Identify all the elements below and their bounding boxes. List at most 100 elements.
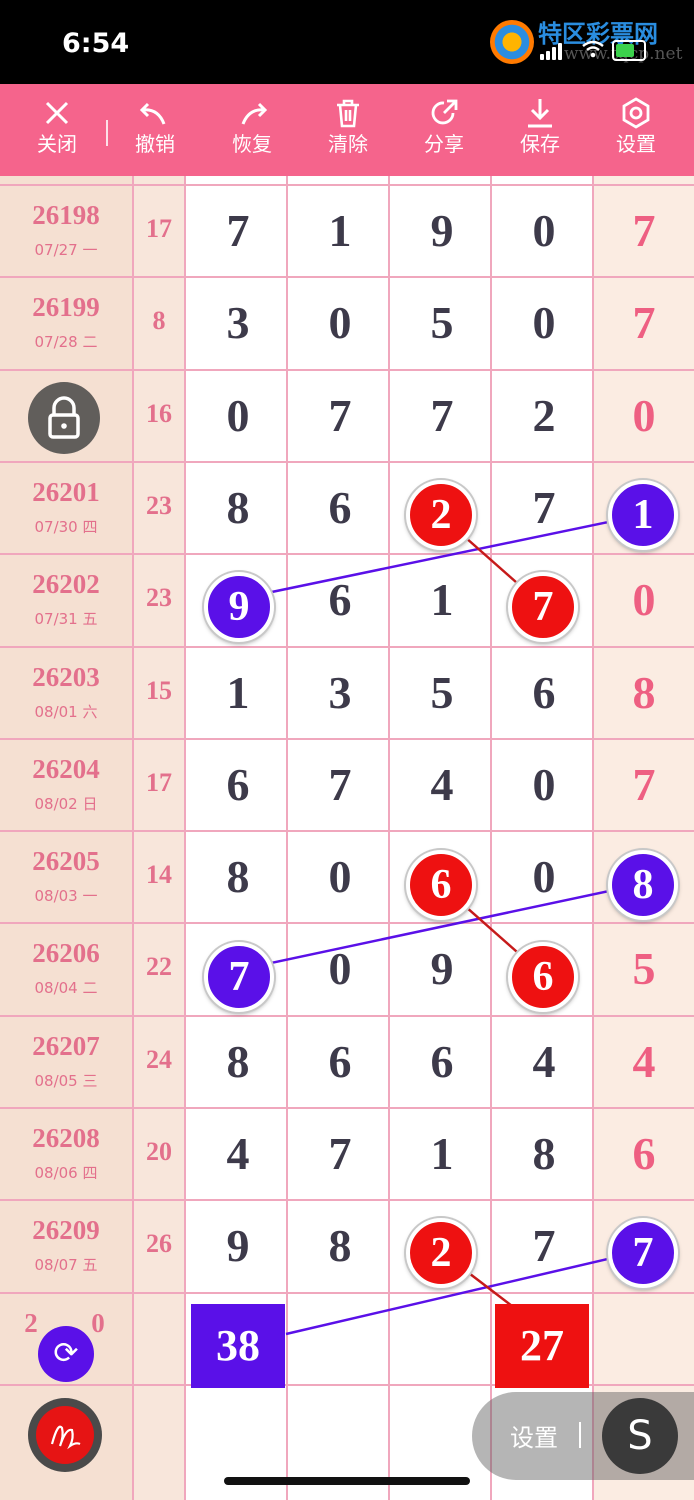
digit-cell[interactable]: 4: [188, 1127, 288, 1180]
lock-icon: [48, 396, 80, 439]
undo-button[interactable]: 撤销: [115, 96, 195, 168]
s-button[interactable]: S: [602, 1398, 678, 1474]
digit-cell[interactable]: 9: [392, 204, 492, 257]
last-digit-cell[interactable]: 0: [594, 389, 694, 442]
grid-hline: [0, 553, 694, 555]
digit-cell[interactable]: 0: [494, 850, 594, 903]
digit-cell[interactable]: 7: [290, 758, 390, 811]
clear-label: 清除: [328, 132, 368, 156]
digit-cell[interactable]: 5: [392, 666, 492, 719]
status-bar: 6:54 特区彩票网 www.tqcp.net: [0, 0, 694, 84]
digit-cell[interactable]: 0: [290, 296, 390, 349]
digit-cell[interactable]: 2: [494, 389, 594, 442]
digit-cell[interactable]: 0: [494, 296, 594, 349]
digit-cell[interactable]: 1: [392, 573, 492, 626]
digit-cell[interactable]: 7: [392, 389, 492, 442]
trash-icon: [337, 99, 359, 128]
pen-button[interactable]: [28, 1398, 102, 1472]
last-digit-cell[interactable]: 8: [594, 666, 694, 719]
digit-cell[interactable]: 1: [392, 1127, 492, 1180]
digit-cell[interactable]: 0: [290, 850, 390, 903]
digit-cell[interactable]: 6: [290, 481, 390, 534]
digit-cell[interactable]: 0: [290, 942, 390, 995]
issue-number: 26199: [32, 292, 100, 323]
issue-date: 08/05 三: [34, 1071, 98, 1090]
digit-cell[interactable]: 4: [494, 1035, 594, 1088]
digit-cell[interactable]: 6: [188, 758, 288, 811]
issue-date: 08/07 五: [34, 1256, 98, 1275]
share-button[interactable]: 分享: [404, 96, 484, 168]
grid-vline: [286, 176, 288, 1500]
digit-cell[interactable]: 1: [188, 666, 288, 719]
digit-cell[interactable]: 1: [290, 204, 390, 257]
digit-cell[interactable]: 3: [188, 296, 288, 349]
digit-cell[interactable]: 7: [494, 481, 594, 534]
share-label: 分享: [424, 132, 464, 156]
digit-cell[interactable]: 6: [494, 666, 594, 719]
last-digit-cell[interactable]: 6: [594, 1127, 694, 1180]
grid-hline: [0, 830, 694, 832]
purple-ball[interactable]: 9: [204, 572, 274, 642]
save-button[interactable]: 保存: [500, 96, 580, 168]
last-digit-cell[interactable]: 7: [594, 758, 694, 811]
digit-cell[interactable]: 9: [188, 1219, 288, 1272]
redo-button[interactable]: 恢复: [212, 96, 292, 168]
lottery-grid[interactable]: 26198 07/27 一 17 7 1 9 0 7 26199 07/28 二 8 3 0 5 0 7 16 0…: [0, 176, 694, 1500]
digit-cell[interactable]: 0: [188, 389, 288, 442]
sum-value: 8: [152, 306, 166, 336]
undo-label: 撤销: [135, 132, 175, 156]
close-button[interactable]: 关闭: [17, 96, 97, 168]
red-ball[interactable]: 2: [406, 480, 476, 550]
issue-number: 26207: [32, 1030, 100, 1061]
digit-cell[interactable]: 3: [290, 666, 390, 719]
last-digit-cell[interactable]: 0: [594, 573, 694, 626]
floating-settings-button[interactable]: 设置: [510, 1418, 558, 1453]
digit-cell[interactable]: 7: [290, 1127, 390, 1180]
last-digit-cell[interactable]: 7: [594, 296, 694, 349]
digit-cell[interactable]: 7: [188, 204, 288, 257]
refresh-button[interactable]: ⟳: [38, 1326, 94, 1382]
digit-cell[interactable]: 8: [188, 481, 288, 534]
digit-cell[interactable]: 5: [392, 296, 492, 349]
clock: 6:54: [62, 28, 130, 59]
digit-cell[interactable]: 6: [290, 1035, 390, 1088]
digit-cell[interactable]: 8: [188, 1035, 288, 1088]
wifi-icon: [582, 40, 604, 58]
watermark-logo-icon: [490, 20, 534, 64]
red-ball[interactable]: 7: [508, 572, 578, 642]
digit-cell[interactable]: 8: [494, 1127, 594, 1180]
home-indicator[interactable]: [224, 1477, 470, 1485]
digit-cell[interactable]: 0: [494, 204, 594, 257]
close-label: 关闭: [37, 132, 77, 156]
last-digit-cell[interactable]: 5: [594, 942, 694, 995]
lock-button[interactable]: [28, 382, 100, 454]
red-ball[interactable]: 6: [406, 850, 476, 920]
grid-hline: [0, 1107, 694, 1109]
digit-cell[interactable]: 4: [392, 758, 492, 811]
digit-cell[interactable]: 8: [290, 1219, 390, 1272]
grid-vline: [388, 176, 390, 1500]
digit-cell[interactable]: 8: [188, 850, 288, 903]
digit-cell[interactable]: 6: [290, 573, 390, 626]
settings-button[interactable]: 设置: [596, 96, 676, 168]
clear-button[interactable]: 清除: [308, 96, 388, 168]
share-icon: [431, 99, 458, 125]
red-ball[interactable]: 2: [406, 1218, 476, 1288]
issue-number: 26201: [32, 476, 100, 507]
digit-cell[interactable]: 7: [494, 1219, 594, 1272]
battery-icon: [612, 40, 646, 61]
grid-hline: [0, 646, 694, 648]
digit-cell[interactable]: 6: [392, 1035, 492, 1088]
purple-ball[interactable]: 7: [608, 1218, 678, 1288]
purple-ball[interactable]: 8: [608, 850, 678, 920]
purple-ball[interactable]: 7: [204, 942, 274, 1012]
purple-ball[interactable]: 1: [608, 480, 678, 550]
digit-cell[interactable]: 9: [392, 942, 492, 995]
last-digit-cell[interactable]: 4: [594, 1035, 694, 1088]
last-digit-cell[interactable]: 7: [594, 204, 694, 257]
digit-cell[interactable]: 0: [494, 758, 594, 811]
issue-date: 07/30 四: [34, 517, 98, 536]
grid-hline: [0, 369, 694, 371]
red-ball[interactable]: 6: [508, 942, 578, 1012]
digit-cell[interactable]: 7: [290, 389, 390, 442]
